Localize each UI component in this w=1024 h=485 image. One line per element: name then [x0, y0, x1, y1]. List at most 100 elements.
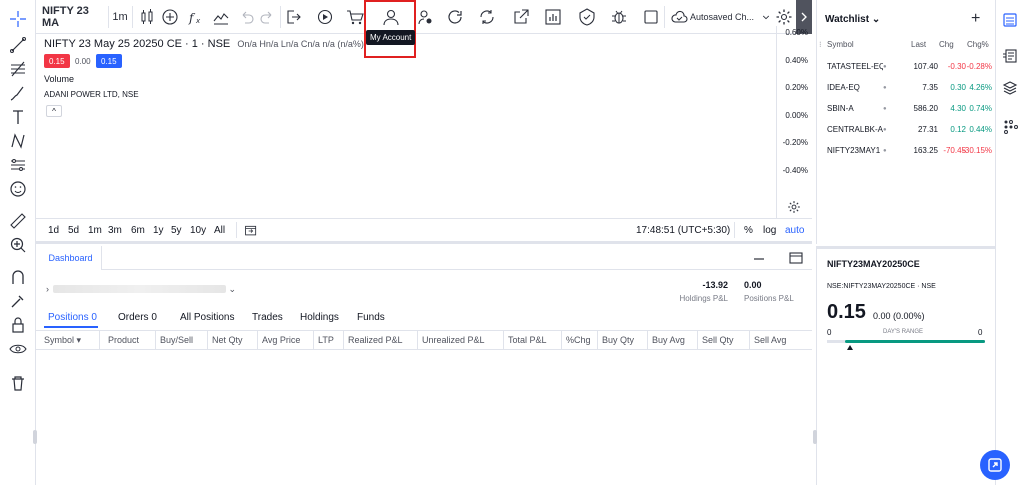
watchlist-row[interactable]: NIFTY23MAY1 ● 163.25 -70.45 -30.15% — [817, 142, 996, 162]
cloud-icon[interactable] — [668, 0, 690, 34]
tab-dashboard[interactable]: Dashboard — [40, 246, 102, 270]
emoji-icon[interactable] — [7, 178, 29, 200]
range-5y[interactable]: 5y — [171, 219, 182, 242]
buy-price-badge[interactable]: 0.15 — [96, 54, 122, 68]
column-header[interactable]: Net Qty — [208, 331, 258, 349]
templates-icon[interactable] — [210, 0, 232, 34]
log-scale-button[interactable]: log — [763, 219, 776, 242]
expand-panel-button[interactable] — [980, 450, 1010, 480]
bug-icon[interactable] — [608, 0, 630, 34]
column-header[interactable]: LTP — [314, 331, 344, 349]
column-header[interactable]: Buy/Sell — [156, 331, 208, 349]
header-symbol[interactable]: Symbol — [827, 40, 854, 49]
resize-handle[interactable] — [813, 430, 817, 444]
header-chg[interactable]: Chg — [939, 40, 954, 49]
resize-handle[interactable] — [33, 430, 37, 444]
maximize-icon[interactable] — [788, 251, 804, 265]
watchlist-row[interactable]: IDEA-EQ ● 7.35 0.30 4.26% — [817, 79, 996, 99]
watchlist-icon[interactable] — [1000, 10, 1020, 30]
axis-settings-icon[interactable] — [787, 200, 801, 214]
shield-check-icon[interactable] — [576, 0, 598, 34]
interval-button[interactable]: 1m — [108, 0, 132, 34]
tab-trades[interactable]: Trades — [252, 312, 283, 323]
compare-symbol-label[interactable]: ADANI POWER LTD, NSE — [44, 90, 139, 99]
lock-drawing-icon[interactable] — [7, 290, 29, 312]
range-6m[interactable]: 6m — [131, 219, 145, 242]
magnet-icon[interactable] — [7, 266, 29, 288]
account-selector[interactable]: › ⌄ — [46, 284, 236, 295]
price-axis[interactable]: 0.60% 0.40% 0.20% 0.00% -0.20% -0.40% — [776, 26, 812, 218]
layout-name-label[interactable]: Autosaved Ch... — [690, 0, 762, 34]
watchlist-row[interactable]: SBIN-A ● 586.20 4.30 0.74% — [817, 100, 996, 120]
text-tool-icon[interactable] — [7, 106, 29, 128]
chevron-down-icon[interactable] — [760, 0, 772, 34]
header-last[interactable]: Last — [911, 40, 926, 49]
column-header[interactable]: Symbol ▾ — [40, 331, 100, 349]
add-symbol-button[interactable]: + — [971, 10, 980, 28]
column-header[interactable]: Product — [104, 331, 156, 349]
export-icon[interactable] — [282, 0, 304, 34]
eye-icon[interactable] — [7, 338, 29, 360]
ruler-icon[interactable] — [7, 210, 29, 232]
crosshair-icon[interactable] — [7, 8, 29, 30]
column-header[interactable]: Buy Qty — [598, 331, 648, 349]
column-header[interactable]: Sell Avg — [750, 331, 802, 349]
undo-icon[interactable] — [236, 0, 258, 34]
sell-price-badge[interactable]: 0.15 — [44, 54, 70, 68]
range-5d[interactable]: 5d — [68, 219, 79, 242]
indicators-fx-icon[interactable]: fx — [184, 0, 206, 34]
tab-all-positions[interactable]: All Positions — [180, 312, 234, 323]
layers-icon[interactable] — [1000, 78, 1020, 98]
collapse-legend-button[interactable]: ^ — [46, 105, 62, 117]
range-1y[interactable]: 1y — [153, 219, 164, 242]
clock-time[interactable]: 17:48:51 (UTC+5:30) — [636, 219, 730, 242]
symbol-search-button[interactable]: NIFTY 23 MA — [42, 0, 108, 34]
range-3m[interactable]: 3m — [108, 219, 122, 242]
column-header[interactable]: Unrealized P&L — [418, 331, 504, 349]
prediction-icon[interactable] — [7, 154, 29, 176]
range-all[interactable]: All — [214, 219, 225, 242]
report-chart-icon[interactable] — [542, 0, 564, 34]
zoom-in-icon[interactable] — [7, 234, 29, 256]
trend-line-icon[interactable] — [7, 34, 29, 56]
fib-tool-icon[interactable] — [7, 58, 29, 80]
header-chgp[interactable]: Chg% — [967, 40, 989, 49]
watchlist-title[interactable]: Watchlist ⌄ — [825, 14, 880, 25]
sync-icon[interactable] — [476, 0, 498, 34]
watchlist-row[interactable]: TATASTEEL-EQ ● 107.40 -0.30 -0.28% — [817, 58, 996, 78]
lock-icon[interactable] — [7, 314, 29, 336]
replay-icon[interactable] — [314, 0, 336, 34]
chart-pane[interactable]: NIFTY 23 May 25 20250 CE · 1 · NSE On/a … — [36, 34, 776, 218]
goto-date-icon[interactable] — [244, 219, 258, 242]
volume-label[interactable]: Volume — [44, 74, 74, 84]
fullscreen-box-icon[interactable] — [640, 0, 662, 34]
percent-scale-button[interactable]: % — [744, 219, 753, 242]
refresh-icon[interactable] — [444, 0, 466, 34]
cart-icon[interactable] — [344, 0, 366, 34]
column-header[interactable]: Avg Price — [258, 331, 314, 349]
hotlist-icon[interactable] — [1000, 116, 1020, 136]
brush-icon[interactable] — [7, 82, 29, 104]
candles-icon[interactable] — [136, 0, 158, 34]
chart-legend[interactable]: NIFTY 23 May 25 20250 CE · 1 · NSE On/a … — [44, 38, 364, 50]
trash-icon[interactable] — [7, 372, 29, 394]
tab-positions[interactable]: Positions 0 — [48, 312, 97, 323]
pattern-icon[interactable] — [7, 130, 29, 152]
range-10y[interactable]: 10y — [190, 219, 206, 242]
column-header[interactable]: Realized P&L — [344, 331, 418, 349]
compare-plus-icon[interactable] — [159, 0, 181, 34]
column-header[interactable]: Buy Avg — [648, 331, 698, 349]
news-icon[interactable] — [1000, 46, 1020, 66]
range-1m[interactable]: 1m — [88, 219, 102, 242]
minimize-icon[interactable] — [752, 252, 766, 266]
user-settings-icon[interactable] — [414, 0, 436, 34]
auto-scale-button[interactable]: auto — [785, 219, 804, 242]
tab-orders[interactable]: Orders 0 — [118, 312, 157, 323]
redo-icon[interactable] — [256, 0, 278, 34]
tab-holdings[interactable]: Holdings — [300, 312, 339, 323]
column-header[interactable]: Sell Qty — [698, 331, 750, 349]
range-1d[interactable]: 1d — [48, 219, 59, 242]
tab-funds[interactable]: Funds — [357, 312, 385, 323]
watchlist-row[interactable]: CENTRALBK-A ● 27.31 0.12 0.44% — [817, 121, 996, 141]
column-header[interactable]: %Chg — [562, 331, 598, 349]
